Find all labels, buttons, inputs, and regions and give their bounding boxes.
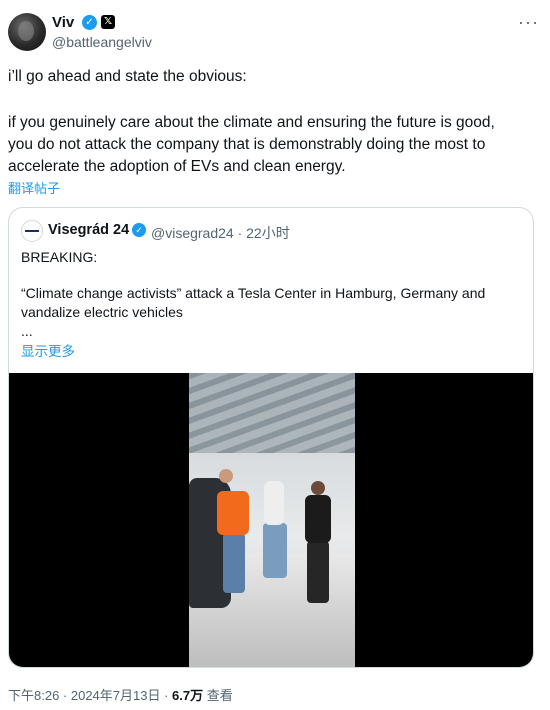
tweet-text-line: i’ll go ahead and state the obvious: (8, 68, 247, 85)
verified-icon: ✓ (82, 15, 97, 30)
show-more-link[interactable]: 显示更多 (21, 340, 75, 360)
tweet-text-line: you do not attack the company that is de… (8, 136, 486, 153)
video-frame (189, 373, 355, 667)
author-avatar[interactable] (8, 13, 46, 51)
views-label: 查看 (203, 688, 233, 703)
views-count: 6.7万 (172, 688, 204, 703)
quoted-text-line: vandalize electric vehicles (21, 304, 183, 320)
video-person-head (219, 469, 233, 483)
video-person (305, 495, 331, 543)
video-person (223, 533, 245, 593)
quoted-author-name: Visegrád 24 (48, 222, 130, 238)
translate-post-link[interactable]: 翻译帖子 (8, 178, 60, 197)
quoted-text-line: BREAKING: (21, 249, 98, 265)
timestamp[interactable]: 下午8:26 · 2024年7月13日 · (8, 688, 172, 703)
video-person (307, 541, 329, 603)
tweet-footer: 下午8:26 · 2024年7月13日 · 6.7万 查看 (8, 685, 233, 704)
quoted-author-avatar (21, 220, 43, 242)
video-orange-vest (217, 491, 249, 535)
author-name[interactable]: Viv (52, 14, 74, 32)
x-logo-icon: 𝕏 (101, 15, 115, 29)
quoted-text-line: “Climate change activists” attack a Tesl… (21, 285, 486, 301)
author-handle[interactable]: @battleangelviv (52, 34, 152, 51)
quoted-ellipsis: ... (21, 323, 33, 339)
quoted-verified-icon: ✓ (132, 223, 146, 237)
tweet-text-line: if you genuinely care about the climate … (8, 114, 495, 131)
video-ceiling (189, 373, 355, 453)
quoted-tweet-card[interactable]: Visegrád 24 ✓ @visegrad24 · 22小时 BREAKIN… (8, 207, 534, 668)
quoted-author-meta: @visegrad24 · 22小时 (151, 225, 290, 241)
video-player[interactable] (9, 373, 533, 667)
video-person-head (311, 481, 325, 495)
tweet-text-line: accelerate the adoption of EVs and clean… (8, 158, 346, 175)
more-options-icon[interactable]: ··· (518, 12, 539, 33)
video-person (264, 481, 284, 525)
video-person (263, 523, 287, 578)
